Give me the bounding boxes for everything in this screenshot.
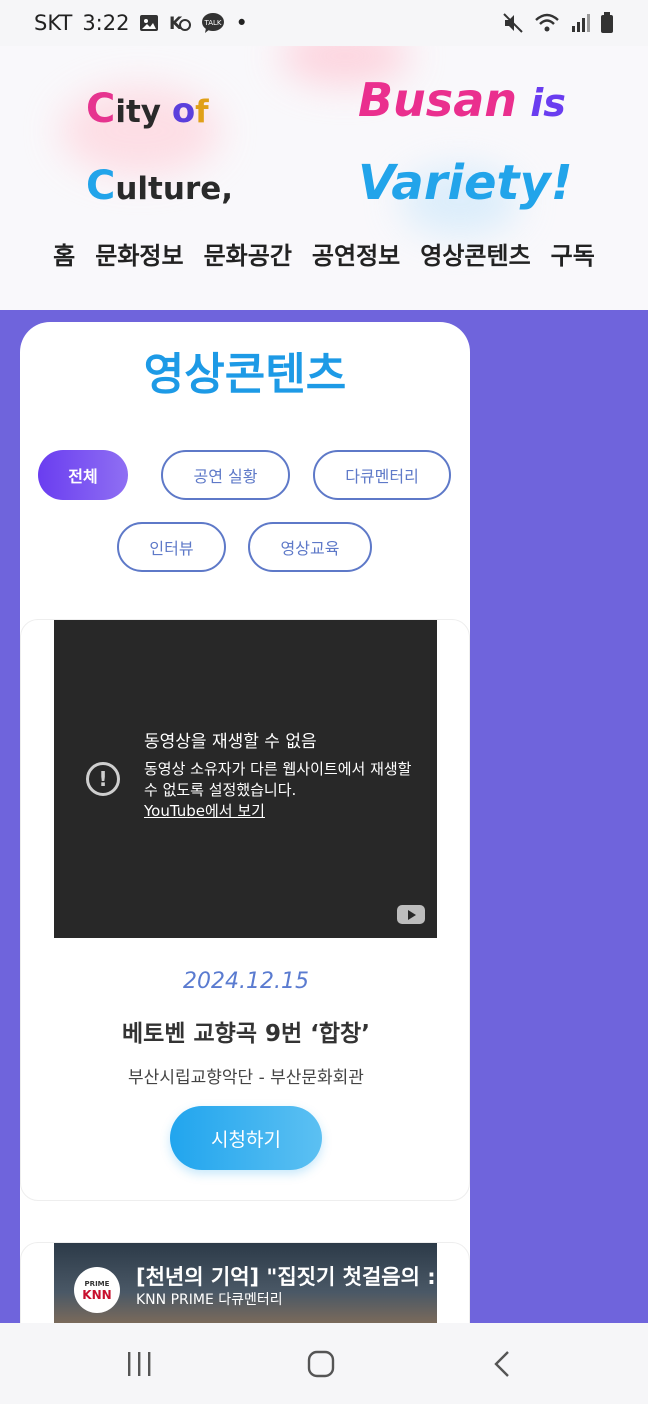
video-card: ! 동영상을 재생할 수 없음 동영상 소유자가 다른 웹사이트에서 재생할 수… xyxy=(20,619,470,1201)
home-button[interactable] xyxy=(305,1349,337,1379)
video-content-panel: 영상콘텐츠 전체 공연 실황 다큐멘터리 인터뷰 영상교육 ! 동영상을 재생할… xyxy=(20,322,470,1332)
logo-letter: C xyxy=(86,163,116,209)
section-title: 영상콘텐츠 xyxy=(143,349,347,400)
nav-item-culture-info[interactable]: 문화정보 xyxy=(95,236,183,271)
logo-letter: o xyxy=(171,91,196,131)
talk-label: TALK xyxy=(204,19,222,27)
player-error-body: 동영상 소유자가 다른 웹사이트에서 재생할 수 없도록 설정했습니다. xyxy=(144,760,412,799)
k-icon: K xyxy=(169,12,192,34)
nav-item-video[interactable]: 영상콘텐츠 xyxy=(420,236,530,271)
video-subtitle: 부산시립교향악단 - 부산문화회관 xyxy=(128,1068,364,1088)
logo-text: KNN xyxy=(82,1288,112,1302)
player-error-title: 동영상을 재생할 수 없음 xyxy=(144,732,317,752)
signal-icon xyxy=(570,13,590,33)
filter-documentary[interactable]: 다큐멘터리 xyxy=(313,450,451,500)
logo-text: Variety! xyxy=(358,155,573,211)
nav-item-culture-space[interactable]: 문화공간 xyxy=(204,236,292,271)
notification-dot: • xyxy=(235,11,248,35)
logo-text: ulture, xyxy=(115,171,234,207)
youtube-icon[interactable] xyxy=(397,905,425,924)
watch-on-youtube-link[interactable]: YouTube에서 보기 xyxy=(144,801,414,822)
site-header: City of Culture, Busan is Variety! 홈 문화정… xyxy=(0,46,648,310)
video-thumbnail[interactable]: PRIME KNN [천년의 기억] "집짓기 첫걸음의 : KNN PRIME… xyxy=(54,1243,437,1325)
video-card: PRIME KNN [천년의 기억] "집짓기 첫걸음의 : KNN PRIME… xyxy=(20,1242,470,1332)
clock: 3:22 xyxy=(82,11,130,35)
filter-video-education[interactable]: 영상교육 xyxy=(248,522,372,572)
thumbnail-title: [천년의 기억] "집짓기 첫걸음의 : xyxy=(136,1265,436,1289)
nav-item-subscribe[interactable]: 구독 xyxy=(551,236,595,271)
video-title: 베토벤 교향곡 9번 ‘합창’ xyxy=(122,1021,370,1047)
mute-icon xyxy=(502,12,524,34)
main-nav: 홈 문화정보 문화공간 공연정보 영상콘텐츠 구독 xyxy=(0,236,648,271)
player-error-message: 동영상을 재생할 수 없음 동영상 소유자가 다른 웹사이트에서 재생할 수 없… xyxy=(144,732,414,822)
image-icon xyxy=(139,13,159,33)
carrier-label: SKT xyxy=(34,11,73,35)
filter-interview[interactable]: 인터뷰 xyxy=(117,522,226,572)
logo-letter: f xyxy=(195,94,209,130)
logo-text: ity xyxy=(115,94,172,130)
thumbnail-subtitle: KNN PRIME 다큐멘터리 xyxy=(136,1292,283,1308)
alert-icon: ! xyxy=(86,762,120,796)
video-date: 2024.12.15 xyxy=(183,969,309,994)
logo-text: Busan xyxy=(358,73,517,127)
embedded-video-player[interactable]: ! 동영상을 재생할 수 없음 동영상 소유자가 다른 웹사이트에서 재생할 수… xyxy=(54,620,437,938)
wifi-icon xyxy=(534,12,560,34)
status-bar: SKT 3:22 K TALK • xyxy=(0,0,648,46)
logo-letter: C xyxy=(86,86,116,132)
logo-text: is xyxy=(516,81,566,125)
watch-button[interactable]: 시청하기 xyxy=(170,1106,322,1170)
nav-item-home[interactable]: 홈 xyxy=(53,236,75,271)
logo-city-of-culture[interactable]: City of Culture, xyxy=(86,72,233,226)
battery-icon xyxy=(600,12,614,34)
nav-item-performance[interactable]: 공연정보 xyxy=(312,236,400,271)
filter-live-performance[interactable]: 공연 실황 xyxy=(161,450,290,500)
back-button[interactable] xyxy=(490,1349,514,1379)
knn-logo: PRIME KNN xyxy=(74,1267,120,1313)
system-navigation-bar xyxy=(0,1323,648,1404)
recent-apps-button[interactable] xyxy=(124,1349,154,1379)
talk-icon: TALK xyxy=(201,12,225,34)
filter-all[interactable]: 전체 xyxy=(38,450,128,500)
logo-busan-variety[interactable]: Busan is Variety! xyxy=(358,60,573,223)
